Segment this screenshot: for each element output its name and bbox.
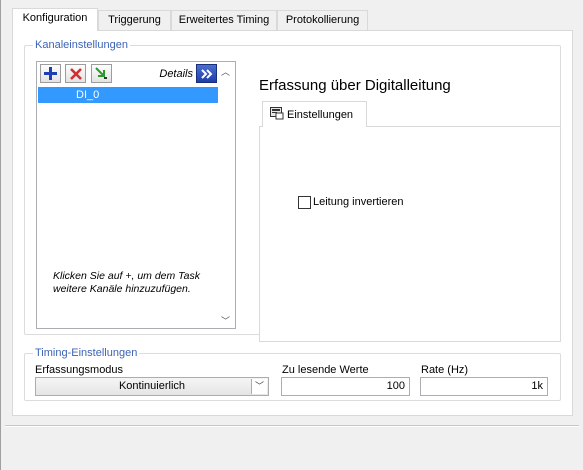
timing-settings-legend: Timing-Einstellungen bbox=[33, 346, 140, 360]
settings-panel: Leitung invertieren bbox=[259, 126, 561, 342]
tab-konfiguration[interactable]: Konfiguration bbox=[12, 8, 98, 31]
rate-label: Rate (Hz) bbox=[421, 364, 469, 376]
rate-input[interactable]: 1k bbox=[420, 377, 548, 396]
move-icon bbox=[95, 67, 107, 79]
acquisition-mode-value: Kontinuierlich bbox=[118, 380, 186, 392]
samples-to-read-label: Zu lesende Werte bbox=[282, 364, 369, 376]
details-label: Details bbox=[159, 68, 193, 80]
channel-list[interactable]: Details DI_0 Klicken Sie auf +, um dem T… bbox=[36, 61, 236, 329]
delete-channel-button[interactable] bbox=[65, 64, 86, 83]
bottom-separator-highlight bbox=[5, 426, 579, 427]
acquisition-mode-select[interactable]: Kontinuierlich ﹀ bbox=[35, 377, 269, 396]
chevron-down-icon[interactable]: ﹀ bbox=[251, 379, 267, 394]
channel-list-scrollbar[interactable]: ︿ ﹀ bbox=[218, 62, 235, 328]
channel-settings-legend: Kanaleinstellungen bbox=[33, 38, 130, 52]
scroll-down-icon[interactable]: ﹀ bbox=[221, 314, 230, 327]
settings-icon bbox=[270, 107, 284, 120]
channel-row-di0[interactable]: DI_0 bbox=[38, 87, 218, 103]
add-channel-button[interactable] bbox=[40, 64, 61, 83]
acquisition-title: Erfassung über Digitalleitung bbox=[259, 77, 451, 94]
channel-toolbar: Details bbox=[37, 62, 219, 84]
invert-line-label: Leitung invertieren bbox=[313, 196, 404, 208]
acquisition-mode-label: Erfassungsmodus bbox=[35, 364, 124, 376]
channel-settings-group: Kanaleinstellungen Details DI_0 Klicken … bbox=[24, 38, 561, 342]
channel-help-text: Klicken Sie auf +, um dem Task weitere K… bbox=[53, 270, 200, 295]
samples-to-read-input[interactable]: 100 bbox=[281, 377, 410, 396]
move-channel-button[interactable] bbox=[91, 64, 112, 83]
tab-einstellungen[interactable]: Einstellungen bbox=[262, 101, 367, 127]
tab-panel-konfiguration: Kanaleinstellungen Details DI_0 Klicken … bbox=[12, 30, 573, 416]
window-border-left bbox=[0, 0, 1, 470]
delete-icon bbox=[69, 67, 82, 80]
expand-details-icon bbox=[200, 68, 212, 79]
tab-einstellungen-label: Einstellungen bbox=[287, 109, 354, 121]
details-button[interactable] bbox=[196, 64, 217, 83]
channel-name: DI_0 bbox=[76, 89, 100, 101]
scroll-up-icon[interactable]: ︿ bbox=[221, 65, 230, 78]
tab-triggerung[interactable]: Triggerung bbox=[98, 10, 171, 30]
tab-erweitertes-timing[interactable]: Erweitertes Timing bbox=[171, 10, 277, 30]
add-icon bbox=[44, 67, 57, 80]
tab-protokollierung[interactable]: Protokollierung bbox=[277, 10, 368, 30]
invert-line-checkbox[interactable] bbox=[298, 196, 311, 209]
